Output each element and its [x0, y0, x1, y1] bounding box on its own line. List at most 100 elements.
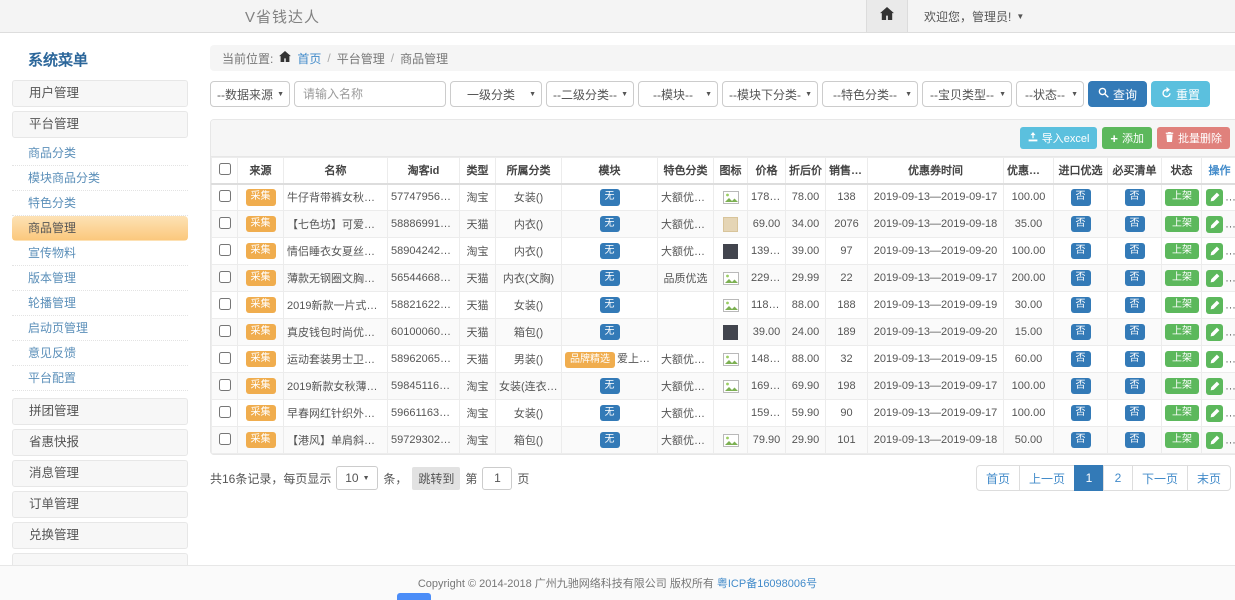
- filter-select[interactable]: --数据来源--▼: [210, 81, 290, 107]
- filter-select[interactable]: --特色分类--▼: [822, 81, 918, 107]
- edit-button[interactable]: [1206, 351, 1223, 368]
- status-badge[interactable]: 上架: [1165, 432, 1199, 449]
- row-checkbox[interactable]: [219, 352, 231, 364]
- import-excel-button[interactable]: 导入excel: [1020, 127, 1098, 149]
- add-button[interactable]: + 添加: [1102, 127, 1152, 149]
- filter-select[interactable]: --模块下分类--▼: [722, 81, 818, 107]
- row-checkbox[interactable]: [219, 325, 231, 337]
- edit-button[interactable]: [1206, 405, 1223, 422]
- mustbuy-toggle[interactable]: 否: [1125, 324, 1145, 341]
- sidebar-item[interactable]: 模块商品分类: [12, 166, 188, 191]
- mustbuy-toggle[interactable]: 否: [1125, 243, 1145, 260]
- import-toggle[interactable]: 否: [1071, 189, 1091, 206]
- status-badge[interactable]: 上架: [1165, 270, 1199, 287]
- select-all-checkbox[interactable]: [219, 163, 231, 175]
- mustbuy-toggle[interactable]: 否: [1125, 405, 1145, 422]
- sidebar-group-header[interactable]: [12, 553, 188, 565]
- edit-button[interactable]: [1206, 243, 1223, 260]
- status-badge[interactable]: 上架: [1165, 216, 1199, 233]
- status-badge[interactable]: 上架: [1165, 405, 1199, 422]
- sidebar-item[interactable]: 商品分类: [12, 141, 188, 166]
- status-badge[interactable]: 上架: [1165, 297, 1199, 314]
- row-checkbox[interactable]: [219, 217, 231, 229]
- sidebar-group-header[interactable]: 拼团管理: [12, 398, 188, 425]
- status-badge[interactable]: 上架: [1165, 324, 1199, 341]
- pager-button[interactable]: 末页: [1187, 465, 1231, 491]
- icp-link[interactable]: 粤ICP备16098006号: [717, 575, 817, 591]
- edit-button[interactable]: [1206, 216, 1223, 233]
- sidebar-group-header[interactable]: 订单管理: [12, 491, 188, 518]
- sidebar-item[interactable]: 轮播管理: [12, 291, 188, 316]
- status-badge[interactable]: 上架: [1165, 243, 1199, 260]
- mustbuy-toggle[interactable]: 否: [1125, 378, 1145, 395]
- mustbuy-toggle[interactable]: 否: [1125, 189, 1145, 206]
- filter-select[interactable]: 一级分类▼: [450, 81, 542, 107]
- status-badge[interactable]: 上架: [1165, 378, 1199, 395]
- edit-button[interactable]: [1206, 270, 1223, 287]
- page-jump-input[interactable]: [482, 467, 512, 490]
- edit-button[interactable]: [1206, 432, 1223, 449]
- import-toggle[interactable]: 否: [1071, 297, 1091, 314]
- jump-button[interactable]: 跳转到: [412, 467, 460, 490]
- row-checkbox[interactable]: [219, 433, 231, 445]
- edit-button[interactable]: [1206, 324, 1223, 341]
- edit-button[interactable]: [1206, 189, 1223, 206]
- pager-button[interactable]: 下一页: [1132, 465, 1188, 491]
- filter-select[interactable]: --模块--▼: [638, 81, 718, 107]
- status-badge[interactable]: 上架: [1165, 351, 1199, 368]
- filter-select[interactable]: --宝贝类型--▼: [922, 81, 1012, 107]
- import-toggle[interactable]: 否: [1071, 324, 1091, 341]
- import-toggle[interactable]: 否: [1071, 378, 1091, 395]
- discount-price: 29.90: [786, 427, 826, 454]
- mustbuy-toggle[interactable]: 否: [1125, 351, 1145, 368]
- import-toggle[interactable]: 否: [1071, 405, 1091, 422]
- pager-button[interactable]: 首页: [976, 465, 1020, 491]
- pager-button[interactable]: 2: [1103, 465, 1133, 491]
- sidebar-group-header[interactable]: 消息管理: [12, 460, 188, 487]
- sidebar-item[interactable]: 平台配置: [12, 366, 188, 391]
- import-toggle[interactable]: 否: [1071, 270, 1091, 287]
- mustbuy-toggle[interactable]: 否: [1125, 297, 1145, 314]
- sidebar-group-header[interactable]: 用户管理: [12, 80, 188, 107]
- source-cell: 采集: [238, 319, 284, 346]
- import-toggle[interactable]: 否: [1071, 243, 1091, 260]
- status-badge[interactable]: 上架: [1165, 189, 1199, 206]
- pager-button[interactable]: 1: [1074, 465, 1104, 491]
- row-checkbox[interactable]: [219, 379, 231, 391]
- name-search-input[interactable]: [294, 81, 446, 107]
- import-toggle[interactable]: 否: [1071, 351, 1091, 368]
- mustbuy-toggle[interactable]: 否: [1125, 432, 1145, 449]
- sidebar-item[interactable]: 商品管理: [12, 216, 188, 241]
- import-toggle[interactable]: 否: [1071, 432, 1091, 449]
- chevron-down-icon: ▼: [363, 475, 370, 482]
- row-checkbox[interactable]: [219, 190, 231, 202]
- sidebar-group-header[interactable]: 省惠快报: [12, 429, 188, 456]
- filter-select[interactable]: --状态--▼: [1016, 81, 1084, 107]
- sidebar-item[interactable]: 特色分类: [12, 191, 188, 216]
- row-checkbox[interactable]: [219, 406, 231, 418]
- sidebar-item[interactable]: 版本管理: [12, 266, 188, 291]
- mustbuy-toggle[interactable]: 否: [1125, 216, 1145, 233]
- row-checkbox[interactable]: [219, 298, 231, 310]
- row-checkbox[interactable]: [219, 244, 231, 256]
- sidebar-item[interactable]: 启动页管理: [12, 316, 188, 341]
- mustbuy-toggle[interactable]: 否: [1125, 270, 1145, 287]
- search-button[interactable]: 查询: [1088, 81, 1147, 107]
- edit-button[interactable]: [1206, 297, 1223, 314]
- product-name: 【港风】单肩斜挎链条...: [284, 427, 388, 454]
- sidebar-item[interactable]: 意见反馈: [12, 341, 188, 366]
- home-button[interactable]: [866, 0, 908, 32]
- filter-select[interactable]: --二级分类--▼: [546, 81, 634, 107]
- import-toggle[interactable]: 否: [1071, 216, 1091, 233]
- reset-button[interactable]: 重置: [1151, 81, 1210, 107]
- page-size-select[interactable]: 10 ▼: [336, 466, 378, 490]
- sidebar-group-header[interactable]: 兑换管理: [12, 522, 188, 549]
- sidebar-item[interactable]: 宣传物料: [12, 241, 188, 266]
- sidebar-group-header[interactable]: 平台管理: [12, 111, 188, 138]
- pager-button[interactable]: 上一页: [1019, 465, 1075, 491]
- user-menu[interactable]: 欢迎您，管理员! ▼: [924, 8, 1024, 25]
- batch-delete-button[interactable]: 批量删除: [1157, 127, 1230, 149]
- breadcrumb-home-link[interactable]: 首页: [297, 50, 321, 67]
- edit-button[interactable]: [1206, 378, 1223, 395]
- row-checkbox[interactable]: [219, 271, 231, 283]
